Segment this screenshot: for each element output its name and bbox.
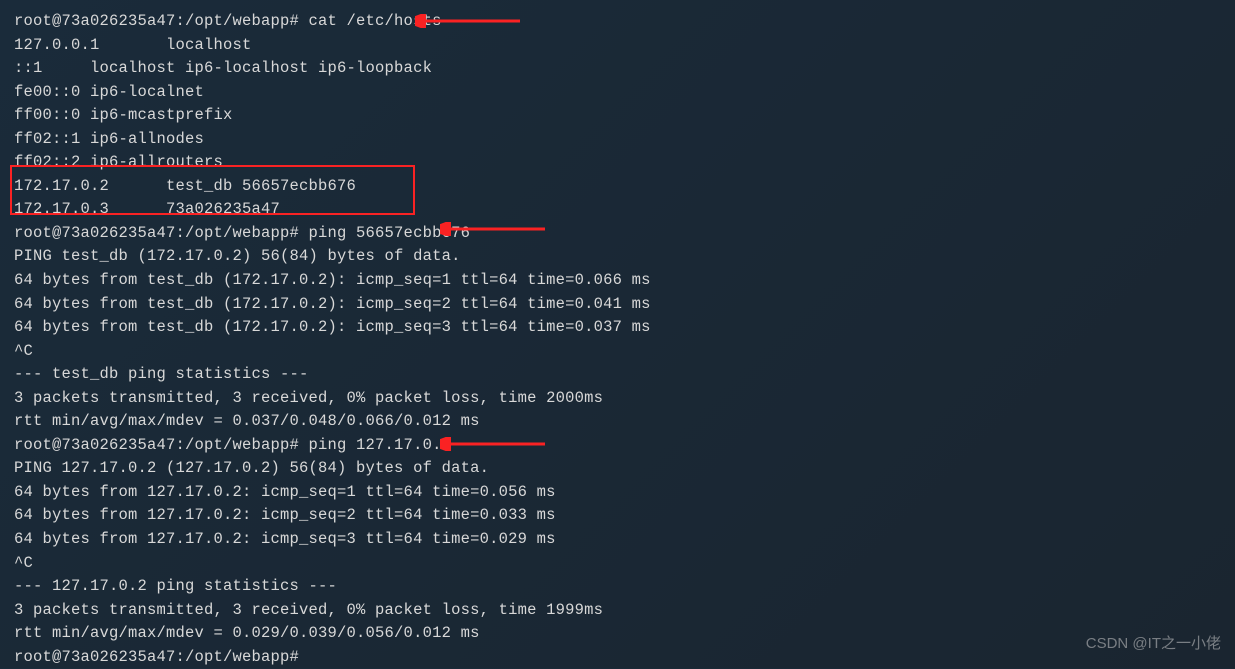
hosts-line: ::1 localhost ip6-localhost ip6-loopback	[14, 57, 1221, 81]
ping-output: rtt min/avg/max/mdev = 0.029/0.039/0.056…	[14, 622, 1221, 646]
ping-output: ^C	[14, 552, 1221, 576]
ping-output: PING 127.17.0.2 (127.17.0.2) 56(84) byte…	[14, 457, 1221, 481]
ping-output: PING test_db (172.17.0.2) 56(84) bytes o…	[14, 245, 1221, 269]
hosts-line: 127.0.0.1 localhost	[14, 34, 1221, 58]
hosts-line: fe00::0 ip6-localnet	[14, 81, 1221, 105]
ping-output: ^C	[14, 340, 1221, 364]
watermark: CSDN @IT之一小佬	[1086, 633, 1221, 656]
hosts-line: ff00::0 ip6-mcastprefix	[14, 104, 1221, 128]
hosts-line: ff02::1 ip6-allnodes	[14, 128, 1221, 152]
command-ping-ip: root@73a026235a47:/opt/webapp# ping 127.…	[14, 434, 1221, 458]
ping-output: --- 127.17.0.2 ping statistics ---	[14, 575, 1221, 599]
ping-output: 64 bytes from 127.17.0.2: icmp_seq=2 ttl…	[14, 504, 1221, 528]
ping-output: rtt min/avg/max/mdev = 0.037/0.048/0.066…	[14, 410, 1221, 434]
hosts-line: 172.17.0.2 test_db 56657ecbb676	[14, 175, 1221, 199]
ping-output: 64 bytes from 127.17.0.2: icmp_seq=1 ttl…	[14, 481, 1221, 505]
shell-prompt[interactable]: root@73a026235a47:/opt/webapp#	[14, 646, 1221, 669]
ping-output: 64 bytes from 127.17.0.2: icmp_seq=3 ttl…	[14, 528, 1221, 552]
ping-output: 64 bytes from test_db (172.17.0.2): icmp…	[14, 269, 1221, 293]
command-cat-hosts: root@73a026235a47:/opt/webapp# cat /etc/…	[14, 10, 1221, 34]
hosts-line: 172.17.0.3 73a026235a47	[14, 198, 1221, 222]
ping-output: 3 packets transmitted, 3 received, 0% pa…	[14, 599, 1221, 623]
ping-output: 3 packets transmitted, 3 received, 0% pa…	[14, 387, 1221, 411]
hosts-line: ff02::2 ip6-allrouters	[14, 151, 1221, 175]
ping-output: 64 bytes from test_db (172.17.0.2): icmp…	[14, 316, 1221, 340]
ping-output: 64 bytes from test_db (172.17.0.2): icmp…	[14, 293, 1221, 317]
command-ping-hostname: root@73a026235a47:/opt/webapp# ping 5665…	[14, 222, 1221, 246]
ping-output: --- test_db ping statistics ---	[14, 363, 1221, 387]
